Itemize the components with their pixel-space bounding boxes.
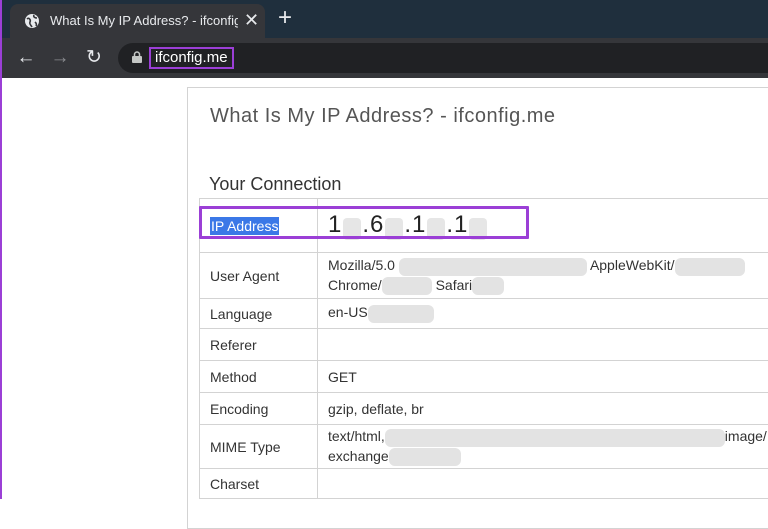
row-label: MIME Type <box>200 425 318 469</box>
page-title: What Is My IP Address? - ifconfig.me <box>210 105 556 128</box>
ip-highlight-box <box>199 206 529 239</box>
forward-icon[interactable]: → <box>49 47 71 69</box>
user-agent-value: Mozilla/5.0 AppleWebKit/ Chrome/ Safari <box>318 253 768 299</box>
charset-value <box>318 469 768 499</box>
table-row: User Agent Mozilla/5.0 AppleWebKit/ Chro… <box>200 253 768 299</box>
browser-toolbar: ← → ↻ ifconfig.me <box>2 38 768 78</box>
table-row: Referer <box>200 329 768 361</box>
row-label: Method <box>200 361 318 393</box>
mime-type-value: text/html,image/ exchange <box>318 425 768 469</box>
redacted-block <box>385 429 725 447</box>
tab-strip: What Is My IP Address? - ifconfig.me ✕ + <box>2 0 768 38</box>
url-text[interactable]: ifconfig.me <box>149 47 234 69</box>
close-tab-icon[interactable]: ✕ <box>244 10 259 30</box>
row-label: Referer <box>200 329 318 361</box>
back-icon[interactable]: ← <box>15 47 37 69</box>
method-value: GET <box>318 361 768 393</box>
redacted-block <box>472 277 504 295</box>
row-label: User Agent <box>200 253 318 299</box>
redacted-block <box>389 448 461 466</box>
language-value: en-US <box>318 299 768 329</box>
redacted-block <box>368 305 434 323</box>
redacted-block <box>382 277 432 295</box>
row-label: Language <box>200 299 318 329</box>
table-row: Language en-US <box>200 299 768 329</box>
section-heading: Your Connection <box>209 174 341 195</box>
row-label: Charset <box>200 469 318 499</box>
globe-icon <box>24 13 40 29</box>
address-bar[interactable]: ifconfig.me <box>118 43 768 73</box>
screenshot-frame: What Is My IP Address? - ifconfig.me ✕ +… <box>0 0 768 499</box>
tab-title: What Is My IP Address? - ifconfig.me <box>50 13 238 28</box>
reload-icon[interactable]: ↻ <box>83 47 105 69</box>
browser-tab[interactable]: What Is My IP Address? - ifconfig.me ✕ <box>10 4 265 38</box>
redacted-block <box>675 258 745 276</box>
redacted-block <box>399 258 587 276</box>
page-content: What Is My IP Address? - ifconfig.me You… <box>2 78 768 499</box>
referer-value <box>318 329 768 361</box>
table-row: MIME Type text/html,image/ exchange <box>200 425 768 469</box>
lock-icon <box>132 51 142 63</box>
connection-table: IP Address 1.6.1.1 User Agent Mozilla/5.… <box>199 198 768 499</box>
table-row: Method GET <box>200 361 768 393</box>
new-tab-button[interactable]: + <box>278 6 292 30</box>
encoding-value: gzip, deflate, br <box>318 393 768 425</box>
table-row: Encoding gzip, deflate, br <box>200 393 768 425</box>
row-label: Encoding <box>200 393 318 425</box>
table-row: Charset <box>200 469 768 499</box>
